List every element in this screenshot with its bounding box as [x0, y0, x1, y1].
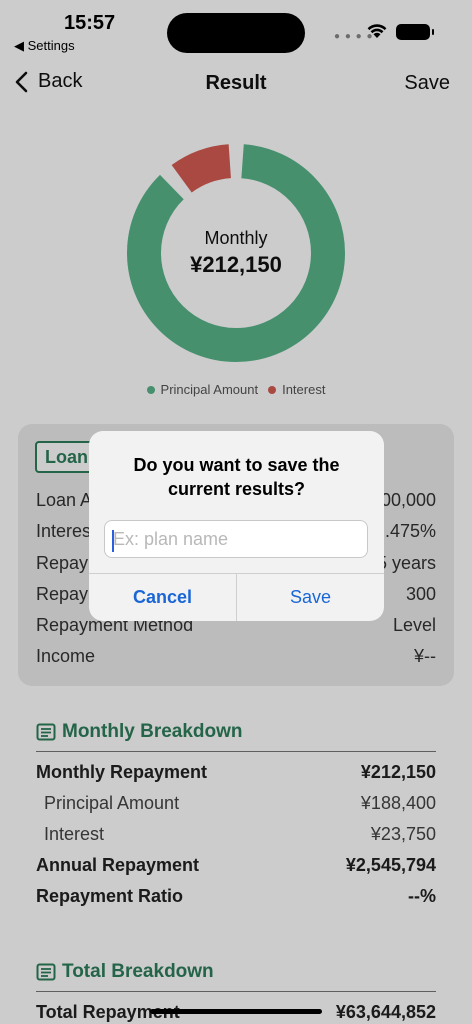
dialog-title: Do you want to save the current results? [133, 455, 340, 499]
home-indicator[interactable] [150, 1009, 322, 1014]
dialog-cancel-button[interactable]: Cancel [89, 573, 236, 621]
text-cursor [112, 530, 114, 552]
save-results-dialog: Do you want to save the current results?… [89, 431, 384, 621]
plan-name-input[interactable] [104, 520, 368, 558]
dialog-save-button[interactable]: Save [237, 573, 384, 621]
